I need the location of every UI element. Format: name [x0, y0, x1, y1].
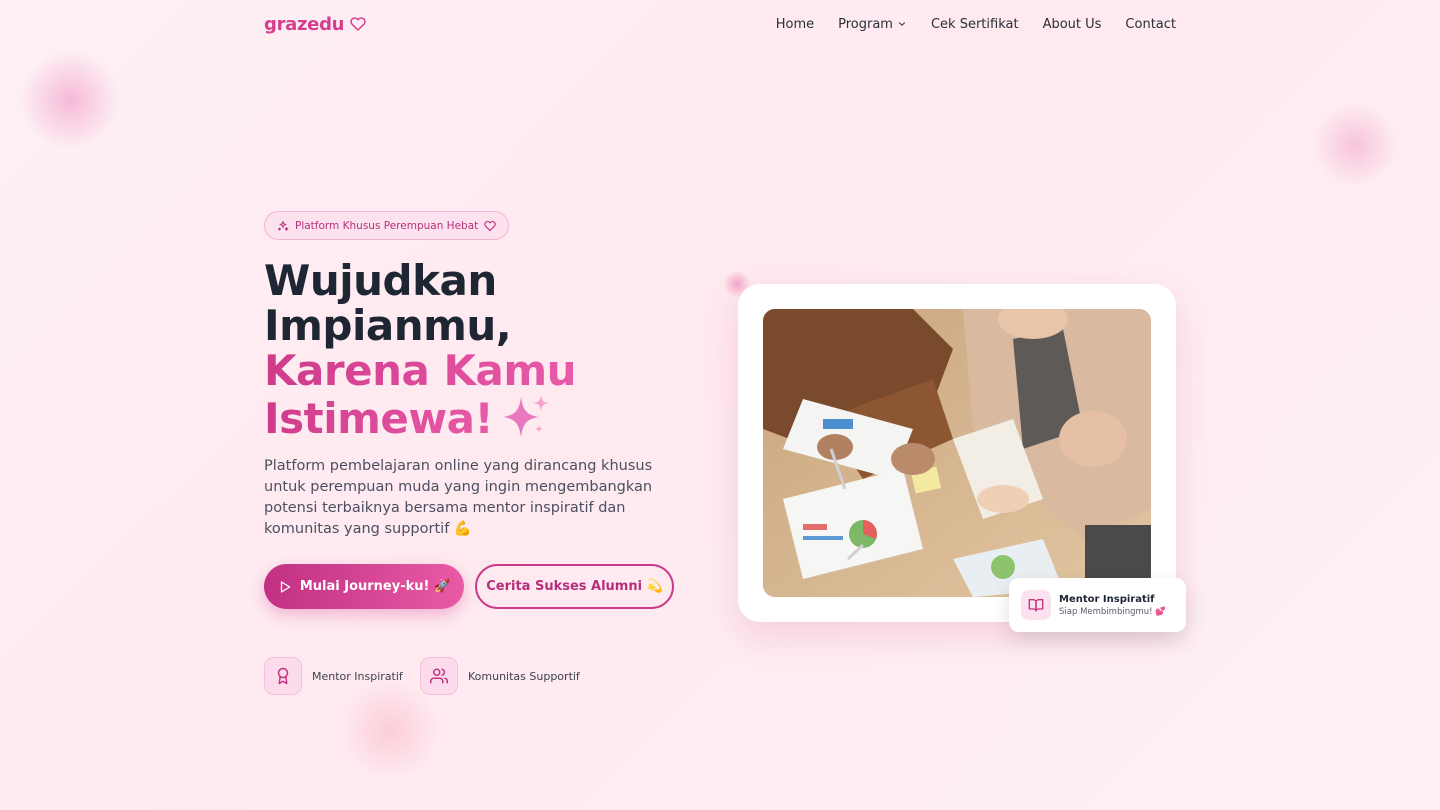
sparkles-icon — [503, 395, 550, 437]
hero-title-line: Wujudkan — [264, 256, 497, 305]
logo[interactable]: grazedu — [264, 14, 366, 35]
hero-photo — [763, 309, 1151, 597]
decorative-blob — [20, 50, 120, 150]
decorative-blob — [1310, 105, 1400, 185]
alumni-stories-button[interactable]: Cerita Sukses Alumni 💫 — [475, 564, 674, 609]
feature-label: Komunitas Supportif — [468, 669, 580, 683]
start-journey-label: Mulai Journey-ku! 🚀 — [299, 579, 451, 594]
top-navbar: grazedu Home Program Cek Sertifikat Abou… — [264, 0, 1176, 48]
hero-title-line: Impianmu, — [264, 301, 512, 350]
hero-badge: Platform Khusus Perempuan Hebat — [264, 211, 510, 240]
badge-text: Platform Khusus Perempuan Hebat — [295, 219, 479, 232]
nav-item-cek-sertifikat[interactable]: Cek Sertifikat — [931, 17, 1019, 32]
nav-item-contact[interactable]: Contact — [1125, 17, 1176, 32]
hero-image-card — [738, 284, 1176, 622]
start-journey-button[interactable]: Mulai Journey-ku! 🚀 — [264, 564, 464, 609]
alumni-stories-label: Cerita Sukses Alumni 💫 — [486, 579, 663, 594]
chevron-down-icon — [898, 22, 905, 26]
heart-icon — [350, 17, 366, 31]
feature-community: Komunitas Supportif — [420, 657, 580, 695]
nav-item-about-us[interactable]: About Us — [1043, 17, 1102, 32]
sparkles-icon — [278, 220, 289, 231]
heart-icon — [484, 220, 497, 231]
meeting-photo-illustration — [763, 309, 1151, 597]
mentor-card-subtitle: Siap Membimbingmu! 💕 — [1059, 606, 1166, 617]
decorative-blob — [340, 680, 440, 780]
nav-item-home[interactable]: Home — [776, 17, 814, 32]
award-icon — [264, 657, 302, 695]
hero-title: Wujudkan Impianmu, Karena Kamu Istimewa! — [264, 258, 724, 441]
play-icon — [280, 580, 291, 593]
feature-mentor: Mentor Inspiratif — [264, 657, 403, 695]
nav-item-program[interactable]: Program — [838, 17, 907, 32]
hero-title-highlight: Karena Kamu — [264, 346, 577, 395]
logo-text: grazedu — [264, 13, 345, 35]
feature-label: Mentor Inspiratif — [312, 669, 403, 683]
users-icon — [420, 657, 458, 695]
mentor-card: Mentor Inspiratif Siap Membimbingmu! 💕 — [1009, 578, 1186, 632]
mentor-card-title: Mentor Inspiratif — [1059, 593, 1155, 605]
book-open-icon — [1021, 590, 1051, 620]
hero-title-highlight: Istimewa! — [264, 394, 494, 443]
hero-description: Platform pembelajaran online yang diranc… — [264, 458, 653, 537]
nav-menu: Home Program Cek Sertifikat About Us Con… — [776, 17, 1176, 32]
